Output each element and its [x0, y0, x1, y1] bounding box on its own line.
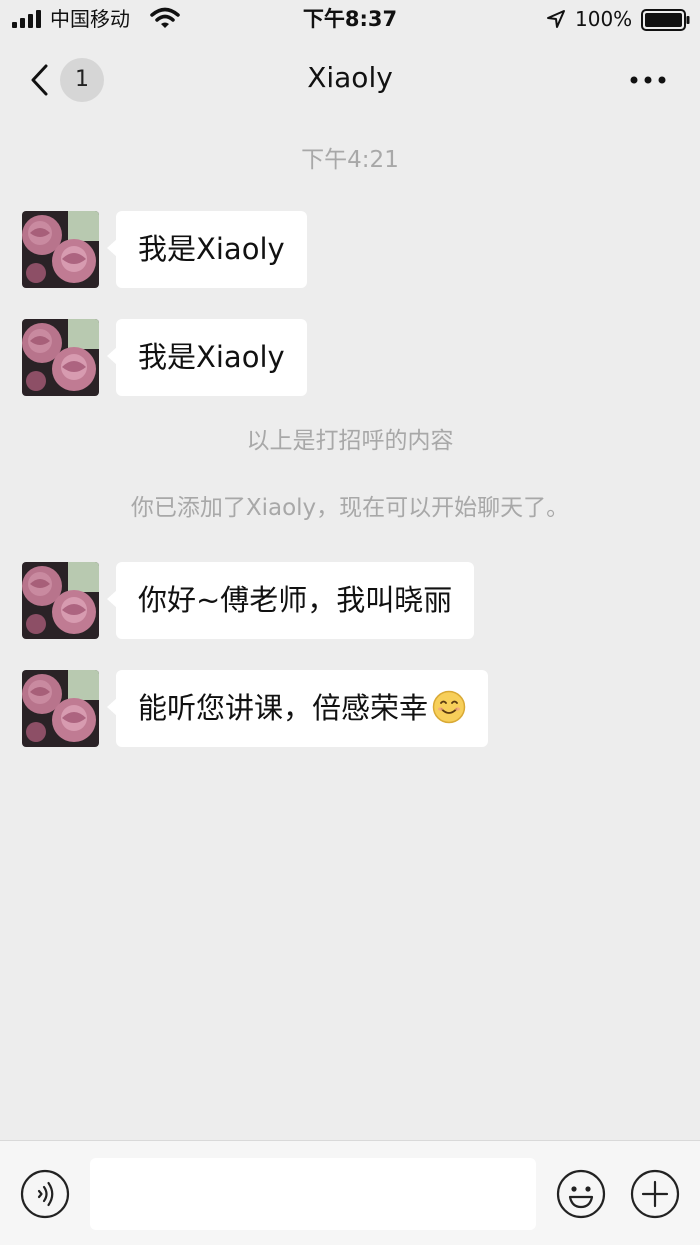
more-icon [630, 76, 666, 84]
smile-emoji-icon [432, 690, 466, 724]
avatar[interactable] [22, 562, 99, 639]
message-bubble[interactable]: 能听您讲课，倍感荣幸 [106, 670, 489, 747]
battery-icon [641, 9, 690, 31]
status-bar: 中国移动 下午8:37 100% [0, 0, 700, 38]
friend-added-notice: 你已添加了Xiaoly，现在可以开始聊天了。 [130, 495, 570, 521]
input-bar [0, 1140, 700, 1245]
nav-bar: 1 Xiaoly [0, 40, 700, 120]
message-bubble[interactable]: 我是Xiaoly [107, 211, 307, 288]
message-bubble[interactable]: 你好~傅老师，我叫晓丽 [106, 562, 475, 639]
avatar[interactable] [22, 670, 99, 747]
greeting-divider-text: 以上是打招呼的内容 [246, 428, 454, 454]
message-input[interactable] [90, 1158, 536, 1230]
message-text: 能听您讲课，倍感荣幸 [138, 691, 429, 725]
avatar[interactable] [22, 319, 99, 396]
battery-percent: 100% [575, 7, 633, 31]
message-timestamp: 下午4:21 [301, 147, 399, 173]
emoji-icon[interactable] [556, 1169, 606, 1219]
chat-title: Xiaoly [307, 61, 393, 94]
plus-icon[interactable] [630, 1169, 680, 1219]
voice-icon[interactable] [20, 1169, 70, 1219]
avatar[interactable] [22, 211, 99, 288]
message-bubble[interactable]: 我是Xiaoly [107, 319, 307, 396]
more-button[interactable] [622, 62, 674, 98]
location-arrow-icon [547, 10, 565, 28]
